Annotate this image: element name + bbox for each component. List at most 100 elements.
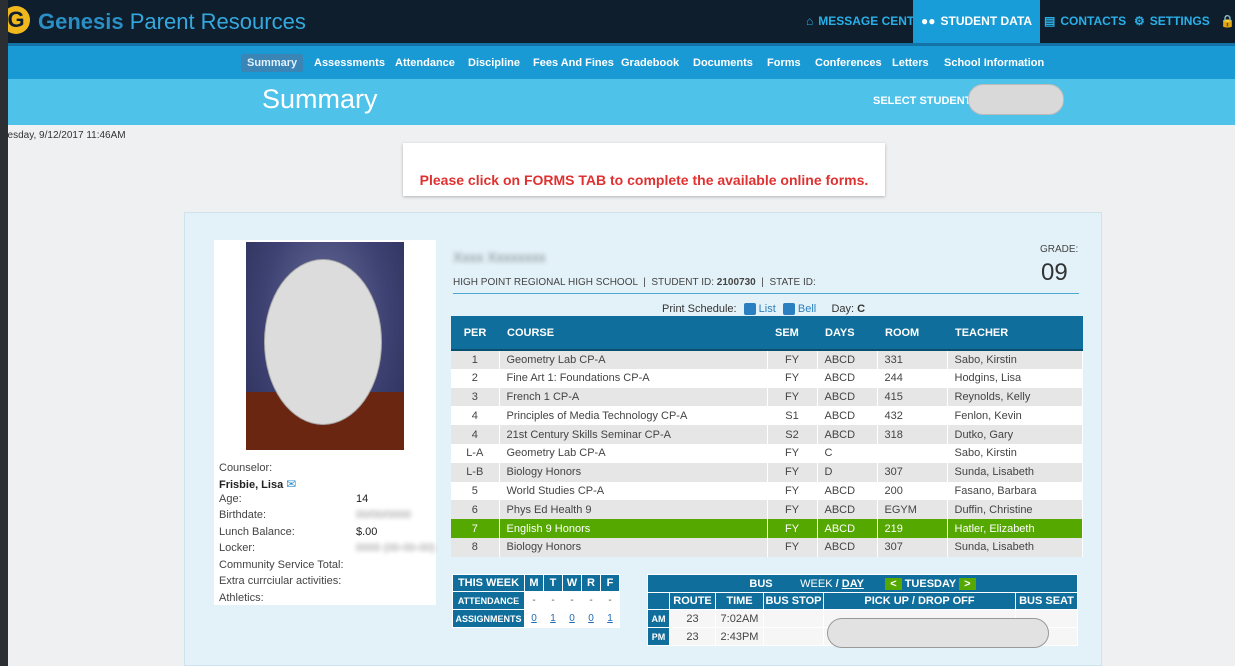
schedule-row[interactable]: 4 Principles of Media Technology CP-A S1 AB…: [451, 406, 1083, 426]
assignments-link[interactable]: 1: [607, 613, 613, 624]
page-title: Summary: [262, 84, 378, 114]
genesis-logo-icon[interactable]: G: [8, 6, 30, 34]
schedule-semester: FY: [767, 481, 818, 501]
bus-route: 23: [669, 627, 716, 646]
schedule-course: Biology Honors: [499, 462, 768, 482]
schedule-row[interactable]: L-B Biology Honors FY D 307 Sunda, Lisabeth: [451, 462, 1083, 482]
assignments-link[interactable]: 1: [550, 613, 556, 624]
schedule-days: ABCD: [817, 537, 878, 557]
birthdate-label: Birthdate:: [219, 509, 267, 521]
title-bar: Summary SELECT STUDENT: [8, 79, 1235, 125]
schedule-row[interactable]: 7 English 9 Honors FY ABCD 219 Hatler, Elizab…: [451, 519, 1083, 538]
schedule-row[interactable]: 8 Biology Honors FY ABCD 307 Sunda, Lisabeth: [451, 537, 1083, 557]
nav-contacts[interactable]: ▤ CONTACTS: [1036, 0, 1134, 43]
subnav-forms[interactable]: Forms: [761, 54, 807, 72]
schedule-semester: S1: [767, 406, 818, 426]
schedule-teacher: Sabo, Kirstin: [947, 443, 1083, 463]
grade-label: GRADE:: [1040, 244, 1079, 255]
schedule-row[interactable]: 6 Phys Ed Health 9 FY ABCD EGYM Duffin, Chris…: [451, 500, 1083, 520]
counselor-label: Counselor:: [219, 462, 273, 474]
bus-title-cell: BUS WEEK / DAY < TUESDAY >: [647, 574, 1078, 593]
bus-stop-redaction: [827, 618, 1049, 648]
contacts-icon: ▤: [1044, 14, 1056, 28]
bus-day-toggle[interactable]: DAY: [842, 578, 864, 590]
schedule-period: 8: [451, 537, 500, 557]
schedule-course: French 1 CP-A: [499, 387, 768, 407]
schedule-room: 415: [877, 387, 948, 407]
schedule-period: 4: [451, 406, 500, 426]
schedule-room: 200: [877, 481, 948, 501]
schedule-teacher: Sunda, Lisabeth: [947, 462, 1083, 482]
schedule-teacher: Hodgins, Lisa: [947, 368, 1083, 388]
subnav-conferences[interactable]: Conferences: [809, 54, 888, 72]
subnav-fees-and-fines[interactable]: Fees And Fines: [527, 54, 620, 72]
assignments-label: ASSIGNMENTS: [452, 609, 525, 628]
nav-settings[interactable]: ⚙ SETTINGS: [1126, 0, 1218, 43]
col-days: DAYS: [817, 316, 877, 351]
print-list-link[interactable]: List: [759, 303, 776, 315]
schedule-period: 6: [451, 500, 500, 520]
schedule-days: ABCD: [817, 425, 878, 444]
schedule-semester: FY: [767, 443, 818, 463]
schedule-row[interactable]: 2 Fine Art 1: Foundations CP-A FY ABCD 244 Ho…: [451, 368, 1083, 388]
schedule-row[interactable]: 4 21st Century Skills Seminar CP-A S2 ABCD 3…: [451, 425, 1083, 444]
schedule-course: Geometry Lab CP-A: [499, 350, 768, 369]
bell-icon[interactable]: [782, 303, 795, 316]
schedule-row[interactable]: 5 World Studies CP-A FY ABCD 200 Fasano, Barb…: [451, 481, 1083, 501]
bus-week-toggle[interactable]: WEEK: [800, 578, 832, 590]
print-schedule-label: Print Schedule:: [662, 303, 737, 315]
subnav-attendance[interactable]: Attendance: [389, 54, 461, 72]
schedule-row[interactable]: L-A Geometry Lab CP-A FY C Sabo, Kirstin: [451, 443, 1083, 463]
student-id-value: 2100730: [716, 277, 756, 288]
counselor-row: Frisbie, Lisa ✉: [219, 477, 296, 491]
extra-curricular-label: Extra currciular activities:: [219, 575, 342, 587]
locker-label: Locker:: [219, 542, 256, 554]
subnav-assessments[interactable]: Assessments: [308, 54, 391, 72]
assignments-link[interactable]: 0: [588, 613, 594, 624]
lunch-balance-value: $.00: [356, 526, 378, 538]
community-service-label: Community Service Total:: [219, 559, 344, 571]
schedule-days: C: [817, 443, 878, 463]
subnav-summary[interactable]: Summary: [241, 54, 304, 72]
col-room: ROOM: [877, 316, 947, 351]
subnav-discipline[interactable]: Discipline: [462, 54, 526, 72]
age-value: 14: [356, 493, 369, 505]
bus-period: PM: [647, 627, 670, 646]
subnav-documents[interactable]: Documents: [687, 54, 759, 72]
schedule-course: Biology Honors: [499, 537, 768, 557]
assignments-link[interactable]: 0: [531, 613, 537, 624]
subnav-school-information[interactable]: School Information: [938, 54, 1050, 72]
bus-col-time: TIME: [715, 592, 764, 610]
schedule-course: English 9 Honors: [499, 519, 768, 538]
nav-student-data[interactable]: ●● STUDENT DATA: [913, 0, 1041, 43]
brand[interactable]: Genesis Parent Resources: [38, 10, 306, 34]
mail-icon[interactable]: ✉: [286, 477, 296, 491]
schedule-days: ABCD: [817, 368, 878, 388]
bus-prev-day-button[interactable]: <: [885, 577, 902, 590]
subnav-gradebook[interactable]: Gradebook: [615, 54, 685, 72]
schedule-row[interactable]: 3 French 1 CP-A FY ABCD 415 Reynolds, Kelly: [451, 387, 1083, 407]
subnav-letters[interactable]: Letters: [886, 54, 935, 72]
bus-next-day-button[interactable]: >: [959, 577, 976, 590]
list-icon[interactable]: [743, 303, 756, 316]
brand-sub: Parent Resources: [129, 9, 306, 34]
bus-period: AM: [647, 609, 670, 628]
gear-icon: ⚙: [1134, 14, 1145, 28]
schedule-room: 432: [877, 406, 948, 426]
schedule-days: ABCD: [817, 481, 878, 501]
schedule-room: 307: [877, 537, 948, 557]
print-bell-link[interactable]: Bell: [798, 303, 816, 315]
school-name: HIGH POINT REGIONAL HIGH SCHOOL: [453, 277, 638, 288]
assignments-link[interactable]: 0: [569, 613, 575, 624]
app-frame: G Genesis Parent Resources ⌂ MESSAGE CENT…: [8, 0, 1235, 666]
state-id-label: STATE ID:: [769, 277, 816, 288]
schedule-period: 5: [451, 481, 500, 501]
schedule-course: Phys Ed Health 9: [499, 500, 768, 520]
nav-logout[interactable]: 🔒: [1216, 0, 1235, 43]
attendance-cell: -: [562, 591, 582, 610]
schedule-room: 219: [877, 519, 948, 538]
schedule-row[interactable]: 1 Geometry Lab CP-A FY ABCD 331 Sabo, Kirstin: [451, 350, 1083, 369]
nav-label: CONTACTS: [1060, 14, 1127, 28]
select-student-dropdown[interactable]: [968, 84, 1064, 115]
week-day: T: [543, 574, 563, 592]
